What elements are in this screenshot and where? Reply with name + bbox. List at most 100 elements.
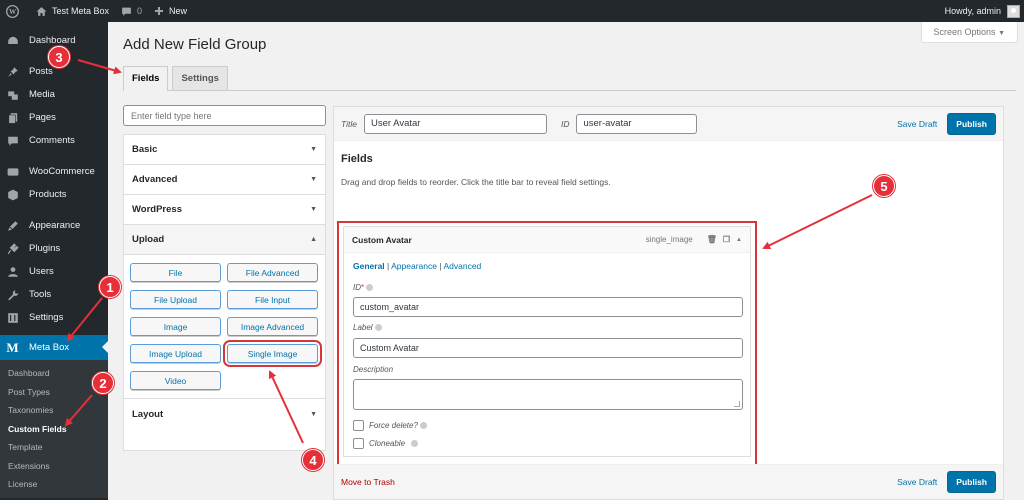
comments-count: 0	[137, 6, 143, 16]
field-type-image-advanced[interactable]: Image Advanced	[227, 317, 318, 336]
brush-icon	[6, 219, 19, 232]
id-input[interactable]: user-avatar	[576, 113, 698, 134]
screen-options-button[interactable]: Screen Options ▼	[920, 22, 1018, 43]
pages-icon	[6, 111, 19, 124]
tab-fields[interactable]: Fields	[123, 66, 169, 91]
annotation-badge-2: 2	[92, 372, 114, 394]
field-group-editor: Title User Avatar ID user-avatar Save Dr…	[333, 106, 1004, 500]
field-type-file-upload[interactable]: File Upload	[130, 290, 221, 309]
sidebar-item-plugins[interactable]: Plugins	[0, 237, 108, 260]
move-to-trash-link[interactable]: Move to Trash	[341, 477, 395, 487]
save-draft-link-bottom[interactable]: Save Draft	[897, 477, 937, 487]
annotation-badge-5: 5	[873, 175, 895, 197]
sidebar-item-woocommerce[interactable]: WooCommerce	[0, 160, 108, 183]
sidebar-item-media[interactable]: Media	[0, 83, 108, 106]
cloneable-checkbox[interactable]	[353, 438, 364, 449]
admin-bar: W Test Meta Box 0 New Howdy, admin	[0, 0, 1024, 22]
submenu-item-custom-fields[interactable]: Custom Fields	[0, 420, 108, 439]
sidebar-item-tools[interactable]: Tools	[0, 283, 108, 306]
group-wordpress[interactable]: WordPress ▼	[124, 195, 325, 225]
title-row: Title User Avatar ID user-avatar Save Dr…	[334, 107, 1003, 141]
sidebar-item-meta-box[interactable]: M Meta Box	[0, 335, 108, 360]
home-icon	[36, 6, 47, 16]
comment-icon	[122, 7, 131, 16]
submenu-item-template[interactable]: Template	[0, 438, 108, 457]
collapse-icon[interactable]: ▲	[736, 237, 742, 243]
description-field-label: Description	[353, 365, 394, 374]
trash-icon[interactable]: 🗑	[707, 235, 717, 244]
field-type-video[interactable]: Video	[130, 371, 221, 390]
help-icon[interactable]	[419, 422, 427, 429]
field-settings-tabs: General | Appearance | Advanced	[353, 261, 482, 271]
field-type-image-upload[interactable]: Image Upload	[130, 344, 221, 363]
field-type-file[interactable]: File	[130, 263, 221, 282]
field-description-textarea[interactable]	[353, 379, 743, 410]
new-content-link[interactable]: New	[148, 0, 193, 22]
settings-icon	[6, 311, 19, 324]
sidebar-item-appearance[interactable]: Appearance	[0, 214, 108, 237]
id-field-label: ID*	[353, 283, 374, 292]
help-icon[interactable]	[366, 284, 374, 292]
field-type-file-advanced[interactable]: File Advanced	[227, 263, 318, 282]
force-delete-checkbox[interactable]	[353, 420, 364, 431]
wordpress-logo-button[interactable]: W	[0, 0, 30, 22]
sidebar-item-settings[interactable]: Settings	[0, 306, 108, 329]
main-content: Screen Options ▼ Add New Field Group Fie…	[108, 22, 1024, 500]
user-icon	[6, 265, 19, 278]
page-title: Add New Field Group	[123, 36, 267, 53]
label-field-label: Label	[353, 323, 382, 332]
field-label-input[interactable]: Custom Avatar	[353, 338, 743, 358]
field-card-highlight: Custom Avatar single_image 🗑 ❐ ▲ General…	[337, 221, 757, 467]
plugin-icon	[6, 242, 19, 255]
sidebar-item-comments[interactable]: Comments	[0, 129, 108, 152]
field-type-file-input[interactable]: File Input	[227, 290, 318, 309]
caret-down-icon: ▼	[998, 30, 1005, 37]
tab-appearance[interactable]: Appearance	[391, 261, 437, 271]
howdy-text: Howdy, admin	[944, 6, 1001, 16]
comments-link[interactable]: 0	[115, 0, 148, 22]
save-draft-link[interactable]: Save Draft	[897, 119, 937, 129]
duplicate-icon[interactable]: ❐	[723, 235, 730, 244]
sidebar-item-products[interactable]: Products	[0, 183, 108, 206]
submenu-item-license[interactable]: License	[0, 475, 108, 494]
group-advanced[interactable]: Advanced ▼	[124, 165, 325, 195]
site-name: Test Meta Box	[52, 6, 110, 16]
caret-down-icon: ▼	[310, 176, 317, 183]
submenu-item-extensions[interactable]: Extensions	[0, 457, 108, 476]
upload-field-buttons: File File Advanced File Upload File Inpu…	[124, 255, 325, 399]
field-type-search-input[interactable]	[123, 105, 326, 126]
media-icon	[6, 88, 19, 101]
title-input[interactable]: User Avatar	[363, 113, 547, 134]
cloneable-checkbox-row[interactable]: Cloneable	[353, 438, 419, 449]
my-account-link[interactable]: Howdy, admin	[939, 0, 1024, 22]
group-layout[interactable]: Layout ▼	[124, 399, 325, 429]
sidebar-item-pages[interactable]: Pages	[0, 106, 108, 129]
dashboard-icon	[6, 34, 19, 47]
force-delete-checkbox-row[interactable]: Force delete?	[353, 420, 427, 431]
group-basic[interactable]: Basic ▼	[124, 135, 325, 165]
field-name: Custom Avatar	[352, 234, 412, 245]
sidebar-item-users[interactable]: Users	[0, 260, 108, 283]
wordpress-icon: W	[6, 4, 19, 18]
site-name-link[interactable]: Test Meta Box	[30, 0, 115, 22]
group-upload[interactable]: Upload ▲	[124, 225, 325, 255]
avatar	[1007, 4, 1020, 18]
help-icon[interactable]	[411, 440, 419, 447]
annotation-badge-3: 3	[48, 46, 70, 68]
annotation-badge-1: 1	[99, 276, 121, 298]
help-icon[interactable]	[374, 324, 382, 332]
tab-settings[interactable]: Settings	[172, 66, 228, 90]
submenu-item-taxonomies[interactable]: Taxonomies	[0, 401, 108, 420]
field-types-panel: Basic ▼ Advanced ▼ WordPress ▼ Upload ▲ File…	[123, 134, 326, 451]
publish-button[interactable]: Publish	[947, 112, 996, 135]
caret-up-icon: ▲	[310, 236, 317, 243]
publish-button-bottom[interactable]: Publish	[947, 471, 996, 493]
field-card-title-bar[interactable]: Custom Avatar single_image 🗑 ❐ ▲	[344, 227, 750, 253]
tab-advanced[interactable]: Advanced	[443, 261, 481, 271]
svg-text:W: W	[9, 8, 17, 16]
field-type-image[interactable]: Image	[130, 317, 221, 336]
field-id-input[interactable]: custom_avatar	[353, 297, 743, 317]
comment-icon	[6, 134, 19, 147]
field-type-single-image[interactable]: Single Image	[223, 340, 322, 367]
tab-general[interactable]: General	[353, 261, 385, 271]
